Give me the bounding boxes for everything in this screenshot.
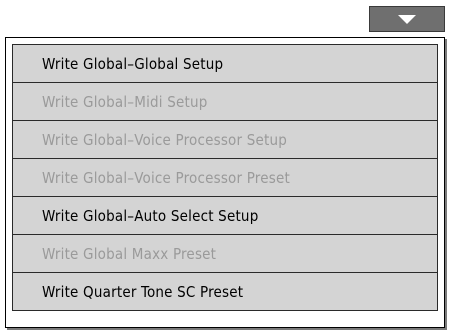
triangle-down-icon [398,14,416,24]
menu-item-write-quarter-tone-sc-preset[interactable]: Write Quarter Tone SC Preset [12,272,438,311]
menu-item-write-global-maxx-preset: Write Global Maxx Preset [12,234,438,273]
write-global-menu: Write Global–Global Setup Write Global–M… [5,37,445,328]
menu-dropdown-button[interactable] [369,6,445,32]
menu-item-write-global-voice-processor-setup: Write Global–Voice Processor Setup [12,120,438,159]
menu-list: Write Global–Global Setup Write Global–M… [12,44,438,321]
menu-item-write-global-auto-select-setup[interactable]: Write Global–Auto Select Setup [12,196,438,235]
menu-item-write-global-global-setup[interactable]: Write Global–Global Setup [12,44,438,83]
menu-item-write-global-voice-processor-preset: Write Global–Voice Processor Preset [12,158,438,197]
menu-item-write-global-midi-setup: Write Global–Midi Setup [12,82,438,121]
